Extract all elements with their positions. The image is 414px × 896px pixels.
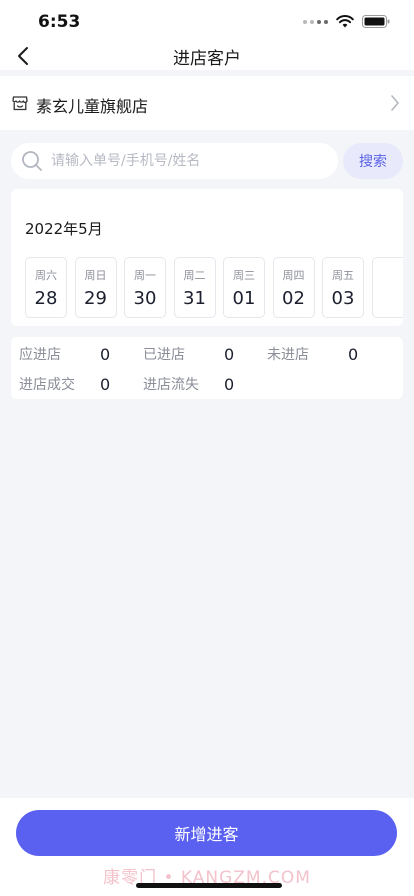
- search-box: [11, 143, 338, 179]
- day-cell[interactable]: 周日 29: [74, 257, 117, 318]
- day-date: 28: [34, 288, 58, 309]
- wifi-icon: [336, 15, 354, 28]
- search-button[interactable]: 搜索: [343, 143, 403, 179]
- day-weekday: 周六: [35, 269, 57, 282]
- store-name: 素玄儿童旗舰店: [36, 97, 149, 116]
- day-weekday: 周五: [332, 269, 354, 282]
- day-cell[interactable]: 周六 28: [25, 257, 67, 318]
- stats-card: 应进店 0 已进店 0 未进店 0 进店成交 0 进店流失 0: [11, 337, 403, 399]
- day-weekday: 周二: [183, 269, 206, 282]
- day-cell-partial[interactable]: [371, 257, 403, 318]
- stat-value: 0: [100, 375, 111, 394]
- search-icon: [22, 151, 42, 171]
- status-icons: [303, 15, 390, 28]
- screen: 6:53 进店客户 素玄儿童旗舰店 请输入单号/手机号/姓名 搜索 2022年5…: [0, 0, 414, 896]
- stat-label: 已进店: [143, 347, 185, 363]
- bottom-bar: 新增进客 康零门 • KANGZM.COM: [0, 798, 414, 896]
- day-cell[interactable]: 周二 31: [173, 257, 216, 318]
- battery-icon: [362, 15, 390, 28]
- day-weekday: 周四: [282, 269, 305, 282]
- status-time: 6:53: [38, 12, 81, 32]
- date-selector-card: 2022年5月 周六 28 周日 29 周一 30 周二 31 周三 01 周四…: [11, 189, 403, 326]
- stat-value: 0: [224, 345, 235, 364]
- chevron-right-icon: [391, 95, 399, 111]
- stat-label: 进店成交: [19, 377, 75, 393]
- add-customer-button[interactable]: 新增进客: [16, 810, 397, 856]
- day-strip[interactable]: 周六 28 周日 29 周一 30 周二 31 周三 01 周四 02 周五 0…: [25, 257, 403, 319]
- day-date: 30: [133, 288, 157, 309]
- day-date: 03: [331, 288, 355, 309]
- day-date: 02: [282, 288, 305, 309]
- status-bar: 6:53: [0, 0, 414, 44]
- page-title: 进店客户: [173, 49, 241, 69]
- day-weekday: 周三: [233, 269, 255, 282]
- day-cell[interactable]: 周五 03: [322, 257, 364, 318]
- day-weekday: 周日: [84, 269, 107, 282]
- day-cell[interactable]: 周三 01: [223, 257, 265, 318]
- nav-bar: 进店客户: [0, 44, 414, 70]
- stat-value: 0: [348, 345, 359, 364]
- store-icon: [12, 96, 28, 111]
- day-cell[interactable]: 周四 02: [272, 257, 315, 318]
- stat-label: 进店流失: [143, 377, 199, 393]
- day-weekday: 周一: [134, 269, 156, 282]
- home-indicator: [136, 883, 282, 888]
- day-date: 01: [232, 288, 256, 309]
- day-date: 29: [84, 288, 107, 309]
- stat-value: 0: [100, 345, 111, 364]
- day-cell[interactable]: 周一 30: [124, 257, 166, 318]
- month-label: 2022年5月: [25, 220, 103, 238]
- day-date: 31: [183, 288, 206, 309]
- stat-label: 未进店: [267, 347, 309, 363]
- search-input[interactable]: [51, 147, 331, 175]
- stat-value: 0: [224, 375, 235, 394]
- cellular-signal-icon: [303, 19, 328, 24]
- store-selector[interactable]: 素玄儿童旗舰店: [0, 76, 414, 130]
- stat-label: 应进店: [19, 347, 61, 363]
